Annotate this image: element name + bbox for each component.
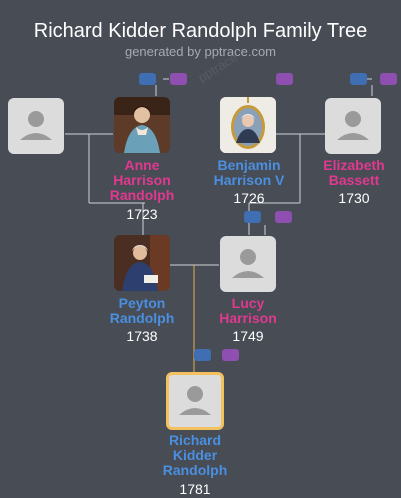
person-card-peyton[interactable] [114,235,170,291]
person-card-elizabeth[interactable] [325,98,381,154]
person-placeholder-icon [337,111,369,140]
person-year-anne: 1723 [126,206,158,222]
person-year-richard: 1781 [179,481,211,497]
person-card-lucy[interactable] [220,236,276,292]
person-year-peyton: 1738 [126,328,158,344]
person-name-richard: Richard Kidder Randolph [162,432,228,478]
person-placeholder-icon [20,111,52,140]
couple-expand-button[interactable] [139,73,156,85]
person-name-anne: Anne Harrison Randolph [109,157,175,203]
person-name-lucy: Lucy Harrison [219,295,277,326]
person-placeholder-icon [232,249,264,278]
couple-expand-button[interactable] [350,73,367,85]
couple-expand-button[interactable] [380,73,397,85]
person-year-benjamin: 1726 [233,190,265,206]
couple-expand-button[interactable] [194,349,211,361]
person-card-richard[interactable] [166,372,224,430]
person-name-peyton: Peyton Randolph [109,295,175,326]
couple-expand-button[interactable] [244,211,261,223]
couple-expand-button[interactable] [222,349,239,361]
portrait-image [114,235,170,291]
portrait-image [220,97,276,153]
person-card-benjamin[interactable] [220,97,276,153]
couple-expand-button[interactable] [276,73,293,85]
person-card-anne[interactable] [114,97,170,153]
couple-expand-button[interactable] [170,73,187,85]
person-card-unknown[interactable] [8,98,64,154]
portrait-image [114,97,170,153]
person-name-benjamin: Benjamin Harrison V [213,157,285,188]
person-year-lucy: 1749 [232,328,264,344]
couple-expand-button[interactable] [275,211,292,223]
person-name-elizabeth: Elizabeth Bassett [323,157,385,188]
person-year-elizabeth: 1730 [338,190,370,206]
person-placeholder-icon [179,386,211,415]
